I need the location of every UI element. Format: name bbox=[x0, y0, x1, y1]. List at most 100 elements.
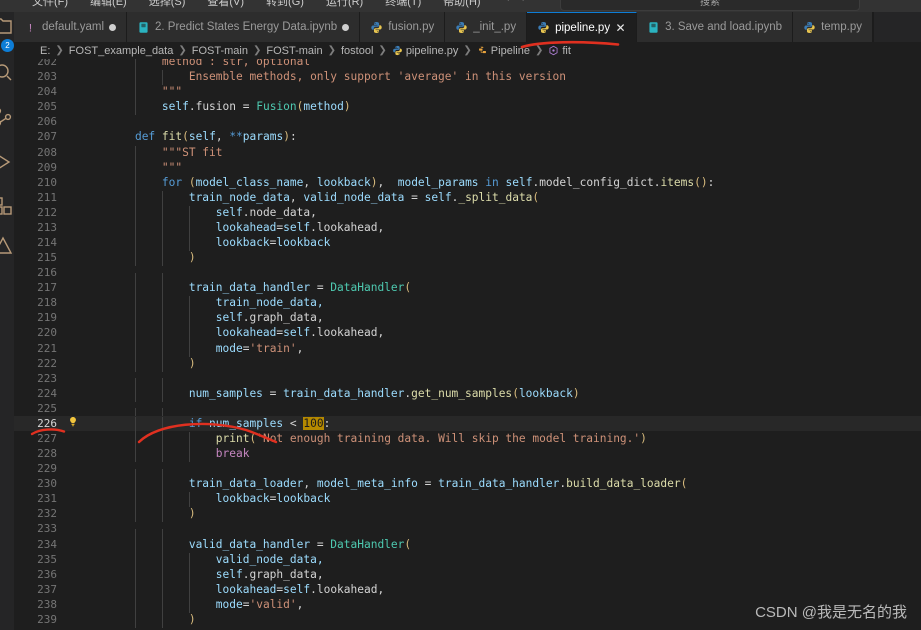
menu-item-6[interactable]: 终端(T) bbox=[381, 0, 425, 10]
code-line-content[interactable]: """ST fit bbox=[108, 145, 921, 161]
code-line[interactable]: 228 break bbox=[14, 446, 921, 463]
breadcrumb-item-fost-main[interactable]: FOST-main bbox=[266, 45, 322, 57]
testing-icon[interactable] bbox=[0, 234, 14, 258]
breadcrumb-item-fostool[interactable]: fostool bbox=[341, 45, 373, 57]
code-line-content[interactable]: lookahead=self.lookahead, bbox=[108, 220, 921, 236]
code-line-content[interactable]: self.node_data, bbox=[108, 205, 921, 221]
code-line-content[interactable]: num_samples = train_data_handler.get_num… bbox=[108, 386, 921, 402]
code-line-content[interactable]: lookback=lookback bbox=[108, 492, 921, 508]
menu-item-3[interactable]: 查看(V) bbox=[203, 0, 248, 10]
code-line[interactable]: 220 lookahead=self.lookahead, bbox=[14, 325, 921, 342]
tab-temp-py[interactable]: temp.py bbox=[793, 12, 873, 42]
code-line-content[interactable]: ) bbox=[108, 251, 921, 267]
code-line-content[interactable]: self.graph_data, bbox=[108, 567, 921, 583]
source-control-icon[interactable] bbox=[0, 105, 14, 129]
code-line-content[interactable]: """ bbox=[108, 160, 921, 176]
code-line-content[interactable]: lookahead=self.lookahead, bbox=[108, 582, 921, 598]
code-line[interactable]: 209 """ bbox=[14, 160, 921, 176]
breadcrumb-item-pipeline[interactable]: Pipeline bbox=[477, 45, 530, 57]
code-line-content[interactable]: train_data_loader, model_meta_info = tra… bbox=[108, 477, 921, 493]
close-icon[interactable]: ✕ bbox=[615, 22, 626, 34]
code-line-content[interactable]: lookback=lookback bbox=[108, 235, 921, 252]
breadcrumb-item-fost-main[interactable]: FOST-main bbox=[192, 45, 248, 57]
breadcrumb-item-e[interactable]: E: bbox=[40, 45, 50, 57]
code-line-content[interactable]: mode='train', bbox=[108, 341, 921, 357]
code-line-content[interactable]: valid_data_handler = DataHandler( bbox=[108, 537, 921, 553]
tab-dirty-indicator[interactable] bbox=[109, 23, 117, 31]
code-line-content[interactable]: ) bbox=[108, 507, 921, 523]
code-line-content[interactable]: def fit(self, **params): bbox=[108, 130, 921, 143]
search-icon[interactable] bbox=[0, 60, 14, 84]
code-line[interactable]: 226 if num_samples < 100: bbox=[14, 415, 921, 432]
menu-item-4[interactable]: 转到(G) bbox=[262, 0, 308, 10]
tab-init-py[interactable]: _init_.py bbox=[445, 12, 528, 42]
code-line[interactable]: 207 def fit(self, **params): bbox=[14, 129, 921, 144]
tab-2-predict-states-energy-data-ipynb[interactable]: 2. Predict States Energy Data.ipynb bbox=[127, 12, 361, 42]
code-line[interactable]: 205 self.fusion = Fusion(method) bbox=[14, 99, 921, 116]
code-line[interactable]: 222 ) bbox=[14, 356, 921, 372]
menu-item-5[interactable]: 运行(R) bbox=[322, 0, 367, 10]
code-line-content[interactable]: train_data_handler = DataHandler( bbox=[108, 281, 921, 297]
code-line[interactable]: 232 ) bbox=[14, 506, 921, 523]
code-line-content[interactable]: valid_node_data, bbox=[108, 552, 921, 568]
code-line[interactable]: 216 bbox=[14, 265, 921, 288]
menu-item-0[interactable]: 文件(F) bbox=[28, 0, 72, 10]
lightbulb-icon[interactable] bbox=[63, 416, 83, 431]
code-line-content[interactable]: if num_samples < 100: bbox=[108, 416, 921, 432]
tab-dirty-indicator[interactable] bbox=[342, 23, 350, 31]
code-line[interactable]: 210 for (model_class_name, lookback), mo… bbox=[14, 175, 921, 191]
code-line-content[interactable]: method : str, optional bbox=[108, 59, 921, 71]
code-editor[interactable]: 202 method : str, optional 203 Ensemble m… bbox=[14, 59, 921, 630]
code-line-content[interactable]: self.graph_data, bbox=[108, 311, 921, 327]
code-line[interactable]: 211 train_node_data, valid_node_data = s… bbox=[14, 190, 921, 206]
code-line[interactable]: 203 Ensemble methods, only support 'aver… bbox=[14, 69, 921, 86]
menu-item-2[interactable]: 选择(S) bbox=[145, 0, 190, 10]
code-line[interactable]: 202 method : str, optional bbox=[14, 59, 921, 71]
code-line[interactable]: 237 lookahead=self.lookahead, bbox=[14, 582, 921, 598]
code-line[interactable]: 223 bbox=[14, 371, 921, 394]
code-line[interactable]: 214 lookback=lookback bbox=[14, 235, 921, 252]
menu-item-1[interactable]: 编辑(E) bbox=[86, 0, 131, 10]
menu-item-7[interactable]: 帮助(H) bbox=[439, 0, 484, 10]
explorer-icon[interactable] bbox=[0, 14, 14, 38]
navigation-chevrons[interactable]: ‹ › bbox=[506, 0, 530, 4]
code-line[interactable]: 218 train_node_data, bbox=[14, 295, 921, 312]
code-line-content[interactable]: break bbox=[108, 447, 921, 463]
code-line[interactable]: 224 num_samples = train_data_handler.get… bbox=[14, 386, 921, 402]
code-line[interactable]: 225 bbox=[14, 401, 921, 424]
code-line[interactable]: 206 bbox=[14, 114, 921, 129]
code-line-content[interactable]: for (model_class_name, lookback), model_… bbox=[108, 175, 921, 191]
code-line-content[interactable]: """ bbox=[108, 85, 921, 101]
tab-pipeline-py[interactable]: pipeline.py ✕ bbox=[527, 12, 638, 42]
code-line[interactable]: 204 """ bbox=[14, 84, 921, 101]
tab-default-yaml[interactable]: ! default.yaml bbox=[14, 12, 128, 42]
code-line[interactable]: 208 """ST fit bbox=[14, 144, 921, 161]
code-line[interactable]: 221 mode='train', bbox=[14, 340, 921, 357]
tab-3-save-and-load-ipynb[interactable]: 3. Save and load.ipynb bbox=[637, 12, 794, 42]
code-line[interactable]: 213 lookahead=self.lookahead, bbox=[14, 220, 921, 236]
code-line-content[interactable]: Ensemble methods, only support 'average'… bbox=[108, 70, 921, 86]
code-line[interactable]: 219 self.graph_data, bbox=[14, 310, 921, 327]
code-line-content[interactable]: train_node_data, valid_node_data = self.… bbox=[108, 190, 921, 206]
code-line[interactable]: 217 train_data_handler = DataHandler( bbox=[14, 280, 921, 297]
code-line[interactable]: 233 bbox=[14, 521, 921, 545]
breadcrumb-item-pipeline-py[interactable]: pipeline.py bbox=[392, 45, 458, 57]
tab-fusion-py[interactable]: fusion.py bbox=[360, 12, 446, 42]
code-line[interactable]: 231 lookback=lookback bbox=[14, 491, 921, 508]
extensions-icon[interactable] bbox=[0, 194, 14, 218]
code-line-content[interactable]: lookahead=self.lookahead, bbox=[108, 326, 921, 342]
code-line[interactable]: 230 train_data_loader, model_meta_info =… bbox=[14, 476, 921, 493]
code-line-content[interactable]: train_node_data, bbox=[108, 296, 921, 312]
code-line-content[interactable]: print('Not enough training data. Will sk… bbox=[108, 431, 921, 448]
code-line-content[interactable]: ) bbox=[108, 356, 921, 372]
code-line[interactable]: 212 self.node_data, bbox=[14, 205, 921, 221]
code-line[interactable]: 227 print('Not enough training data. Wil… bbox=[14, 431, 921, 448]
breadcrumb-item-fit[interactable]: fit bbox=[548, 45, 571, 57]
code-line[interactable]: 236 self.graph_data, bbox=[14, 567, 921, 583]
run-debug-icon[interactable] bbox=[0, 150, 14, 174]
code-line[interactable]: 215 ) bbox=[14, 250, 921, 267]
code-line-content[interactable]: self.fusion = Fusion(method) bbox=[108, 100, 921, 116]
command-center[interactable]: 搜索 bbox=[560, 0, 860, 11]
code-line[interactable]: 235 valid_node_data, bbox=[14, 552, 921, 568]
breadcrumb-item-fost-example-data[interactable]: FOST_example_data bbox=[69, 45, 174, 57]
